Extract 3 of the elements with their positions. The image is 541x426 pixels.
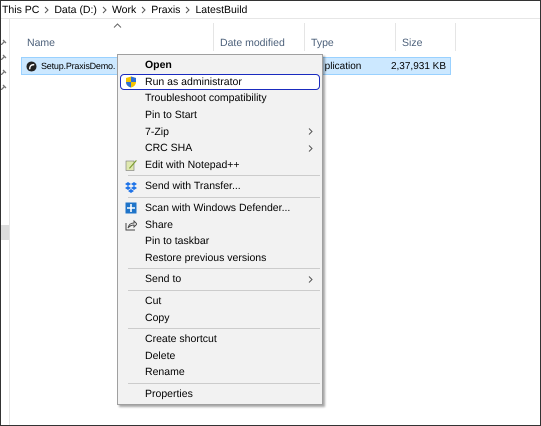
file-size: 2,37,931 KB (390, 60, 446, 72)
file-name: Setup.PraxisDemo. (41, 61, 116, 71)
file-type: plication (324, 60, 362, 72)
